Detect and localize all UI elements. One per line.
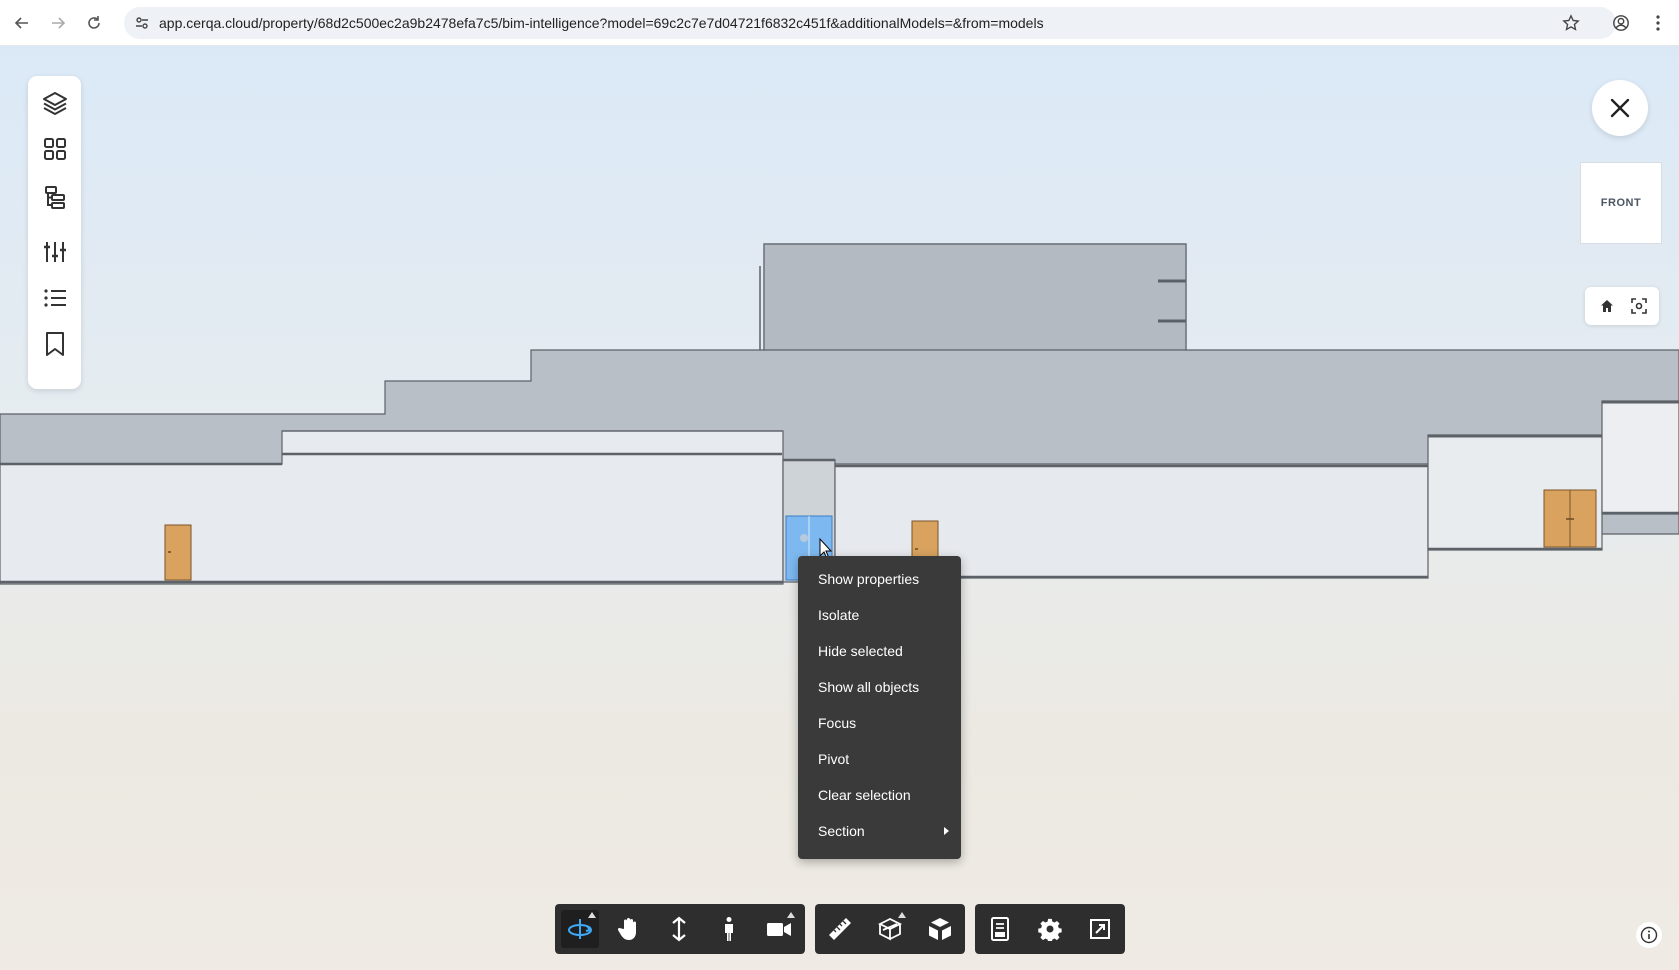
home-icon xyxy=(1601,300,1613,312)
menu-item-clear-selection[interactable]: Clear selection xyxy=(798,777,961,813)
rooftop-plant xyxy=(763,243,1187,351)
settings-button[interactable] xyxy=(1031,910,1069,948)
camera-icon xyxy=(767,923,791,936)
site-info-icon[interactable] xyxy=(134,15,150,31)
bim-viewer-canvas[interactable]: FRONT Show properties Isolate Hide selec… xyxy=(0,46,1679,970)
view-cube-face-label: FRONT xyxy=(1600,197,1642,209)
model-browser-icon xyxy=(991,917,1009,941)
settings-gear-icon xyxy=(1038,918,1062,941)
walk-person-icon xyxy=(725,917,733,941)
arrow-right-icon xyxy=(52,17,66,29)
flyout-caret-icon xyxy=(787,912,795,918)
reload-icon xyxy=(88,16,100,29)
menu-item-show-all-objects[interactable]: Show all objects xyxy=(798,669,961,705)
fit-view-icon xyxy=(1631,298,1647,314)
flyout-caret-icon xyxy=(898,912,906,918)
pan-button[interactable] xyxy=(610,910,648,948)
left-tool-panel xyxy=(28,76,81,389)
door[interactable] xyxy=(164,524,192,581)
bookmark-star-button[interactable] xyxy=(1557,9,1585,37)
orbit-button[interactable] xyxy=(561,910,599,948)
double-door[interactable] xyxy=(1543,489,1597,548)
facade-east-tower xyxy=(1601,400,1679,515)
sliders-icon xyxy=(44,242,66,262)
star-icon xyxy=(1562,14,1580,31)
list-button[interactable] xyxy=(40,283,70,313)
navigation-toolbar xyxy=(555,904,805,954)
measure-ruler-icon xyxy=(829,918,851,940)
explode-button[interactable] xyxy=(921,910,959,948)
profile-button[interactable] xyxy=(1607,9,1635,37)
view-controls xyxy=(1585,287,1659,325)
info-button[interactable] xyxy=(1636,922,1662,948)
menu-item-isolate[interactable]: Isolate xyxy=(798,597,961,633)
close-viewer-button[interactable] xyxy=(1592,80,1648,136)
grid-icon xyxy=(44,138,66,160)
model-tree-button[interactable] xyxy=(40,182,70,212)
fullscreen-icon xyxy=(1090,919,1110,939)
reload-button[interactable] xyxy=(80,9,108,37)
layers-button[interactable] xyxy=(40,88,70,118)
bookmarks-button[interactable] xyxy=(40,329,70,359)
zoom-arrows-icon xyxy=(672,916,686,942)
layers-icon xyxy=(43,92,67,115)
kebab-menu-icon xyxy=(1656,15,1660,31)
hierarchy-icon xyxy=(45,186,65,209)
section-box-icon xyxy=(877,917,903,941)
menu-item-pivot[interactable]: Pivot xyxy=(798,741,961,777)
browser-chrome: app.cerqa.cloud/property/68d2c500ec2a9b2… xyxy=(0,0,1679,46)
url-text: app.cerqa.cloud/property/68d2c500ec2a9b2… xyxy=(159,15,1044,31)
menu-item-hide-selected[interactable]: Hide selected xyxy=(798,633,961,669)
menu-item-show-properties[interactable]: Show properties xyxy=(798,561,961,597)
info-icon xyxy=(1640,926,1658,944)
fit-view-button[interactable] xyxy=(1627,294,1651,318)
pan-hand-icon xyxy=(617,918,636,940)
flyout-caret-icon xyxy=(588,912,596,918)
filters-button[interactable] xyxy=(40,237,70,267)
measure-button[interactable] xyxy=(821,910,859,948)
close-icon xyxy=(1610,98,1630,118)
home-view-button[interactable] xyxy=(1595,294,1619,318)
address-bar[interactable]: app.cerqa.cloud/property/68d2c500ec2a9b2… xyxy=(124,7,1616,39)
settings-toolbar xyxy=(975,904,1125,954)
menu-item-section[interactable]: Section xyxy=(798,813,961,849)
orbit-icon xyxy=(568,919,592,939)
list-icon xyxy=(44,289,66,307)
walk-button[interactable] xyxy=(710,910,748,948)
menu-item-focus[interactable]: Focus xyxy=(798,705,961,741)
camera-button[interactable] xyxy=(760,910,798,948)
submenu-arrow-icon xyxy=(944,827,949,835)
browser-menu-button[interactable] xyxy=(1644,9,1672,37)
grid-view-button[interactable] xyxy=(40,134,70,164)
explode-cube-icon xyxy=(929,918,951,940)
back-button[interactable] xyxy=(8,9,36,37)
profile-icon xyxy=(1613,15,1629,31)
context-menu: Show properties Isolate Hide selected Sh… xyxy=(798,556,961,859)
view-cube[interactable]: FRONT xyxy=(1580,162,1662,244)
section-button[interactable] xyxy=(871,910,909,948)
model-browser-button[interactable] xyxy=(981,910,1019,948)
zoom-button[interactable] xyxy=(660,910,698,948)
tools-toolbar xyxy=(815,904,965,954)
bookmark-icon xyxy=(46,332,64,356)
fullscreen-button[interactable] xyxy=(1081,910,1119,948)
arrow-left-icon xyxy=(14,17,28,29)
forward-button[interactable] xyxy=(44,9,72,37)
